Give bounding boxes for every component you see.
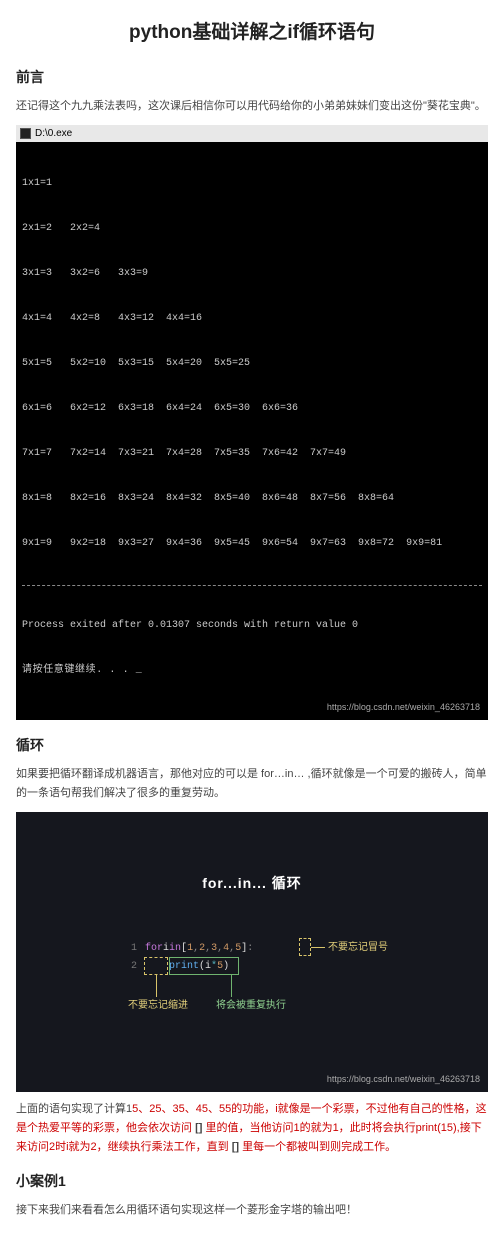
console-exit-line: Process exited after 0.01307 seconds wit…	[22, 618, 482, 633]
watermark-text: https://blog.csdn.net/weixin_46263718	[327, 1072, 480, 1086]
preface-heading: 前言	[16, 66, 488, 88]
tok-for: for	[145, 941, 163, 957]
t: 上面的语句实现了计算1	[16, 1103, 132, 1115]
watermark-text: https://blog.csdn.net/weixin_46263718	[327, 701, 480, 715]
line-number: 1	[121, 941, 137, 957]
console-body: 1x1=1 2x1=2 2x2=4 3x1=3 3x2=6 3x3=9 4x1=…	[16, 142, 488, 720]
case1-text: 接下来我们来看看怎么用循环语句实现这样一个菱形金字塔的输出吧！	[16, 1201, 488, 1220]
console-row: 7x1=7 7x2=14 7x3=21 7x4=28 7x5=35 7x6=42…	[22, 446, 482, 461]
app-icon	[20, 128, 31, 139]
console-screenshot: D:\0.exe 1x1=1 2x1=2 2x2=4 3x1=3 3x2=6 3…	[16, 125, 488, 720]
em: 5、5	[202, 1103, 225, 1115]
em: 里的值，当他访问1的就为1，此时将会执行print(1	[202, 1122, 446, 1134]
em: 5、4	[179, 1103, 202, 1115]
brackets: []	[195, 1122, 202, 1134]
slide-image: for...in... 循环 1 for i in [ 1,2,3,4,5 ]:…	[16, 812, 488, 1092]
console-row: 4x1=4 4x2=8 4x3=12 4x4=16	[22, 311, 482, 326]
colon-frame	[299, 938, 311, 956]
callout-line	[156, 975, 157, 997]
print-frame	[169, 957, 239, 975]
console-row: 5x1=5 5x2=10 5x3=15 5x4=20 5x5=25	[22, 356, 482, 371]
callout-colon: 不要忘记冒号	[328, 940, 388, 956]
console-row: 6x1=6 6x2=12 6x3=18 6x4=24 6x5=30 6x6=36	[22, 401, 482, 416]
after-slide-text: 上面的语句实现了计算15、25、35、45、55的功能，i就像是一个彩票，不过他…	[16, 1100, 488, 1156]
em: 5、2	[132, 1103, 155, 1115]
indent-frame	[144, 957, 168, 975]
brackets: []	[232, 1141, 239, 1153]
callout-indent: 不要忘记缩进	[128, 998, 188, 1014]
console-titlebar: D:\0.exe	[16, 125, 488, 142]
em: 5、3	[155, 1103, 178, 1115]
page-title: python基础详解之if循环语句	[16, 18, 488, 48]
console-row: 2x1=2 2x2=4	[22, 221, 482, 236]
loop-text: 如果要把循环翻译成机器语言，那他对应的可以是 for…in… ,循环就像是一个可…	[16, 765, 488, 802]
tok-in: in	[169, 941, 181, 957]
console-row: 1x1=1	[22, 176, 482, 191]
em: 里每一个都被叫到则完成工作。	[239, 1141, 396, 1153]
console-separator	[22, 585, 482, 586]
callout-line	[311, 947, 325, 948]
console-titlebar-text: D:\0.exe	[35, 126, 72, 141]
preface-text: 还记得这个九九乘法表吗，这次课后相信你可以用代码给你的小弟弟妹妹们变出这份"葵花…	[16, 97, 488, 116]
console-prompt: 请按任意键继续. . . _	[22, 663, 482, 678]
slide-title: for...in... 循环	[16, 812, 488, 894]
loop-heading: 循环	[16, 734, 488, 756]
line-number: 2	[121, 959, 137, 975]
case1-heading: 小案例1	[16, 1170, 488, 1192]
callout-line	[231, 975, 232, 997]
console-row: 3x1=3 3x2=6 3x3=9	[22, 266, 482, 281]
tok-colon: :	[247, 941, 253, 957]
code-line-1: 1 for i in [ 1,2,3,4,5 ]:	[121, 940, 311, 958]
console-row: 8x1=8 8x2=16 8x3=24 8x4=32 8x5=40 8x6=48…	[22, 491, 482, 506]
callout-repeat: 将会被重复执行	[216, 998, 286, 1014]
console-row: 9x1=9 9x2=18 9x3=27 9x4=36 9x5=45 9x6=54…	[22, 536, 482, 551]
